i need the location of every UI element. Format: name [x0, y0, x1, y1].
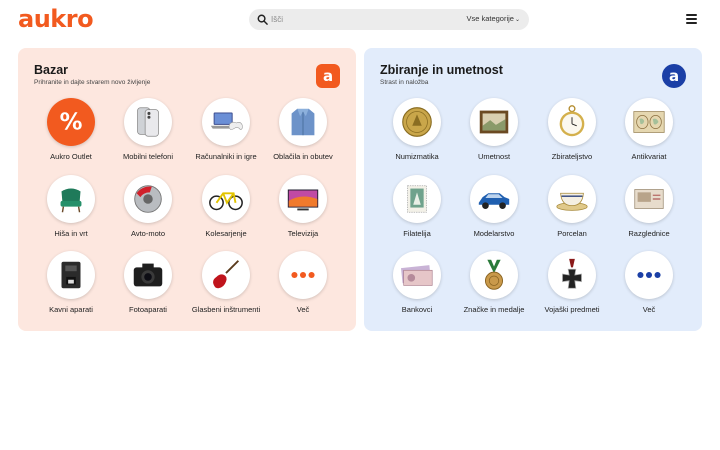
- category-label: Mobilni telefoni: [122, 152, 174, 161]
- category-tile-vojaski-predmeti[interactable]: Vojaški predmeti: [533, 251, 611, 323]
- bazar-panel: Bazar Prihranite in dajte stvarem novo ž…: [18, 48, 356, 331]
- category-tile-avto-moto[interactable]: Avto-moto: [109, 175, 187, 247]
- category-tile-zbirateljstvo[interactable]: Zbirateljstvo: [533, 98, 611, 170]
- category-label: Televizija: [287, 229, 319, 238]
- more-icon: [279, 251, 327, 299]
- category-tile-aukro-outlet[interactable]: % Aukro Outlet: [32, 98, 110, 170]
- search-input[interactable]: [271, 11, 461, 28]
- banknote-icon: [393, 251, 441, 299]
- bazar-category-grid: % Aukro Outlet Mobilni telefoni Računaln…: [32, 98, 342, 323]
- category-tile-oblacila-in-obutev[interactable]: Oblačila in obutev: [264, 98, 342, 170]
- category-label: Oblačila in obutev: [273, 152, 333, 161]
- bazar-subtitle: Prihranite in dajte stvarem novo življen…: [34, 79, 151, 86]
- category-tile-televizija[interactable]: Televizija: [264, 175, 342, 247]
- category-label: Avto-moto: [130, 229, 166, 238]
- laptop-icon: [202, 98, 250, 146]
- search-bar: Vse kategorije⌄: [249, 9, 529, 30]
- category-label: Več: [296, 305, 310, 314]
- search-icon: [257, 14, 268, 25]
- coin-icon: [393, 98, 441, 146]
- category-tile-porcelan[interactable]: Porcelan: [533, 175, 611, 247]
- chevron-down-icon: ⌄: [514, 17, 520, 23]
- collecting-panel: Zbiranje in umetnost Strast in naložba a…: [364, 48, 702, 331]
- category-tile-numizmatika[interactable]: Numizmatika: [378, 98, 456, 170]
- collecting-subtitle: Strast in naložba: [380, 79, 429, 86]
- category-label: Modelarstvo: [473, 229, 515, 238]
- aukro-logo[interactable]: aukro: [18, 5, 94, 33]
- category-tile-glasbeni-instrumenti[interactable]: Glasbeni inštrumenti: [187, 251, 265, 323]
- category-tile-razglednice[interactable]: Razglednice: [610, 175, 688, 247]
- category-tile-umetnost[interactable]: Umetnost: [455, 98, 533, 170]
- hamburger-menu-icon[interactable]: [686, 14, 697, 24]
- category-label: Razglednice: [628, 229, 670, 238]
- category-label: Antikvariat: [631, 152, 667, 161]
- category-label: Umetnost: [477, 152, 511, 161]
- tv-icon: [279, 175, 327, 223]
- category-tile-kavni-aparati[interactable]: Kavni aparati: [32, 251, 110, 323]
- category-tile-vec[interactable]: Več: [610, 251, 688, 323]
- bicycle-icon: [202, 175, 250, 223]
- category-tile-hisa-in-vrt[interactable]: Hiša in vrt: [32, 175, 110, 247]
- iron-cross-icon: [548, 251, 596, 299]
- category-tile-filatelija[interactable]: Filatelija: [378, 175, 456, 247]
- guitar-icon: [202, 251, 250, 299]
- camera-icon: [124, 251, 172, 299]
- category-tile-bankovci[interactable]: Bankovci: [378, 251, 456, 323]
- svg-text:%: %: [60, 110, 83, 136]
- collecting-title[interactable]: Zbiranje in umetnost: [380, 63, 503, 77]
- category-label: Značke in medalje: [463, 305, 525, 314]
- medal-icon: [470, 251, 518, 299]
- postcard-icon: [625, 175, 673, 223]
- category-tile-antikvariat[interactable]: Antikvariat: [610, 98, 688, 170]
- jacket-icon: [279, 98, 327, 146]
- category-tile-znacke-in-medalje[interactable]: Značke in medalje: [455, 251, 533, 323]
- painting-icon: [470, 98, 518, 146]
- category-tile-kolesarjenje[interactable]: Kolesarjenje: [187, 175, 265, 247]
- old-map-icon: [625, 98, 673, 146]
- phone-icon: [124, 98, 172, 146]
- bazar-title[interactable]: Bazar: [34, 63, 68, 77]
- category-tile-fotoaparati[interactable]: Fotoaparati: [109, 251, 187, 323]
- model-car-icon: [470, 175, 518, 223]
- category-tile-mobilni-telefoni[interactable]: Mobilni telefoni: [109, 98, 187, 170]
- teacup-icon: [548, 175, 596, 223]
- category-dropdown[interactable]: Vse kategorije⌄: [466, 14, 520, 23]
- more-icon: [625, 251, 673, 299]
- brake-icon: [124, 175, 172, 223]
- collecting-logo-badge: a: [662, 64, 686, 88]
- chair-icon: [47, 175, 95, 223]
- coffee-machine-icon: [47, 251, 95, 299]
- percent-icon: %: [47, 98, 95, 146]
- category-dropdown-label: Vse kategorije: [466, 14, 514, 23]
- bazar-logo-badge: a: [316, 64, 340, 88]
- category-tile-vec[interactable]: Več: [264, 251, 342, 323]
- stamp-icon: [393, 175, 441, 223]
- category-tile-racunalniki-in-igre[interactable]: Računalniki in igre: [187, 98, 265, 170]
- category-label: Fotoaparati: [129, 305, 167, 314]
- top-bar: aukro Vse kategorije⌄: [0, 0, 720, 38]
- pocket-watch-icon: [548, 98, 596, 146]
- category-tile-modelarstvo[interactable]: Modelarstvo: [455, 175, 533, 247]
- category-label: Več: [642, 305, 656, 314]
- collecting-category-grid: Numizmatika Umetnost Zbirateljstvo Antik…: [378, 98, 688, 323]
